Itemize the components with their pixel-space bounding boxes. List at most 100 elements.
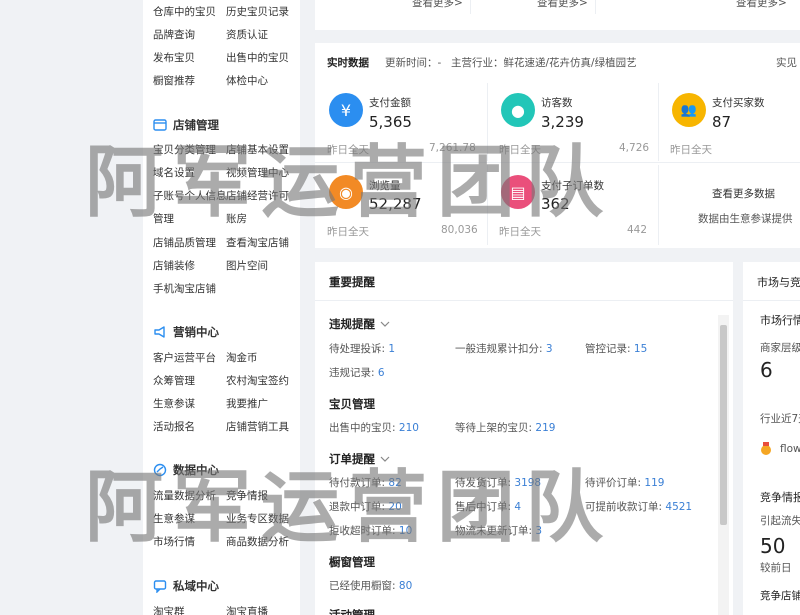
reminder-item[interactable]: 物流未更新订单: 3 bbox=[455, 523, 542, 538]
item-value[interactable]: 20 bbox=[388, 501, 401, 513]
market-row: 行业近7天 bbox=[760, 413, 800, 425]
users-icon: 👥 bbox=[672, 93, 706, 127]
sidebar-link[interactable]: 客户运营平台 bbox=[153, 350, 216, 365]
sidebar-section-store[interactable]: 店铺管理 bbox=[153, 117, 219, 133]
sidebar-link[interactable]: 农村淘宝签约 bbox=[226, 373, 289, 388]
sidebar-link[interactable]: 宝贝分类管理 bbox=[153, 142, 216, 157]
sidebar-link[interactable]: 店铺经营许可 bbox=[226, 188, 289, 203]
item-value[interactable]: 3 bbox=[535, 525, 542, 537]
divider bbox=[743, 300, 800, 301]
sidebar-link[interactable]: 店铺品质管理 bbox=[153, 235, 216, 250]
sidebar-section-private[interactable]: 私域中心 bbox=[153, 578, 219, 594]
reminder-item[interactable]: 待发货订单: 3198 bbox=[455, 475, 541, 490]
item-value[interactable]: 119 bbox=[644, 477, 664, 489]
item-value[interactable]: 80 bbox=[399, 580, 412, 592]
chat-icon bbox=[153, 579, 167, 594]
reminder-item[interactable]: 一般违规累计扣分: 3 bbox=[455, 341, 553, 356]
sidebar-link[interactable]: 品牌查询 bbox=[153, 27, 195, 42]
realtime-link[interactable]: 实见 bbox=[776, 55, 797, 70]
sidebar-link[interactable]: 众筹管理 bbox=[153, 373, 195, 388]
kpi-value: 52,287 bbox=[369, 195, 422, 213]
sidebar-link[interactable]: 出售中的宝贝 bbox=[226, 50, 289, 65]
reminders-scrollbar[interactable] bbox=[718, 315, 729, 615]
sidebar-link[interactable]: 视频管理中心 bbox=[226, 165, 289, 180]
item-value[interactable]: 10 bbox=[399, 525, 412, 537]
item-value[interactable]: 4521 bbox=[665, 501, 692, 513]
reminder-item[interactable]: 出售中的宝贝: 210 bbox=[329, 420, 419, 435]
view-more-link[interactable]: 查看更多> bbox=[736, 0, 787, 10]
sidebar-link[interactable]: 活动报名 bbox=[153, 419, 195, 434]
violation-section-toggle[interactable]: 违规提醒 bbox=[329, 316, 391, 332]
reminders-title: 重要提醒 bbox=[329, 275, 375, 289]
reminder-item[interactable]: 待处理投诉: 1 bbox=[329, 341, 395, 356]
sidebar-link[interactable]: 淘金币 bbox=[226, 350, 258, 365]
item-value[interactable]: 210 bbox=[399, 422, 419, 434]
item-label: 拒收超时订单: bbox=[329, 525, 396, 537]
update-time: 更新时间：- bbox=[385, 57, 442, 69]
item-label: 售后中订单: bbox=[455, 501, 512, 513]
sidebar-link[interactable]: 流量数据分析 bbox=[153, 488, 216, 503]
reminder-item[interactable]: 违规记录: 6 bbox=[329, 365, 385, 380]
sidebar-section-marketing[interactable]: 营销中心 bbox=[153, 324, 219, 340]
view-more-data-link[interactable]: 查看更多数据 bbox=[712, 186, 775, 201]
view-more-link[interactable]: 查看更多> bbox=[412, 0, 463, 10]
item-value[interactable]: 82 bbox=[388, 477, 401, 489]
sidebar-link[interactable]: 域名设置 bbox=[153, 165, 195, 180]
reminder-item[interactable]: 已经使用橱窗: 80 bbox=[329, 578, 412, 593]
sidebar-link[interactable]: 淘宝群 bbox=[153, 604, 185, 615]
sidebar-link[interactable]: 橱窗推荐 bbox=[153, 73, 195, 88]
sidebar-link[interactable]: 店铺营销工具 bbox=[226, 419, 289, 434]
reminder-item[interactable]: 售后中订单: 4 bbox=[455, 499, 521, 514]
footprint-icon: ● bbox=[501, 93, 535, 127]
reminder-item[interactable]: 退款中订单: 20 bbox=[329, 499, 402, 514]
sidebar-section-data[interactable]: 数据中心 bbox=[153, 462, 219, 478]
item-value[interactable]: 3 bbox=[546, 343, 553, 355]
reminder-item[interactable]: 可提前收款订单: 4521 bbox=[585, 499, 692, 514]
sidebar-link[interactable]: 生意参谋 bbox=[153, 396, 195, 411]
kpi-sub-label: 昨日全天 bbox=[327, 144, 369, 156]
sidebar-link[interactable]: 图片空间 bbox=[226, 258, 268, 273]
item-value[interactable]: 1 bbox=[388, 343, 395, 355]
sidebar-link[interactable]: 账房 bbox=[226, 211, 247, 226]
sidebar-link[interactable]: 子账号个人信息 bbox=[153, 188, 227, 203]
sidebar-link[interactable]: 资质认证 bbox=[226, 27, 268, 42]
sidebar-link[interactable]: 我要推广 bbox=[226, 396, 268, 411]
sidebar-link[interactable]: 查看淘宝店铺 bbox=[226, 235, 289, 250]
sidebar-link[interactable]: 体检中心 bbox=[226, 73, 268, 88]
data-source-note: 数据由生意参谋提供 bbox=[698, 213, 793, 225]
sidebar-link[interactable]: 商品数据分析 bbox=[226, 534, 289, 549]
sidebar-link[interactable]: 淘宝直播 bbox=[226, 604, 268, 615]
reminder-item[interactable]: 待付款订单: 82 bbox=[329, 475, 402, 490]
sidebar-link[interactable]: 管理 bbox=[153, 211, 174, 226]
sidebar-link[interactable]: 店铺装修 bbox=[153, 258, 195, 273]
sidebar-link[interactable]: 手机淘宝店铺 bbox=[153, 281, 216, 296]
sidebar-link[interactable]: 生意参谋 bbox=[153, 511, 195, 526]
sidebar-link[interactable]: 历史宝贝记录 bbox=[226, 4, 289, 19]
chart-icon bbox=[153, 463, 167, 477]
divider bbox=[595, 0, 596, 14]
scrollbar-thumb[interactable] bbox=[720, 325, 727, 525]
reminder-item[interactable]: 待评价订单: 119 bbox=[585, 475, 664, 490]
sidebar-link[interactable]: 竞争情报 bbox=[226, 488, 268, 503]
kpi-label: 支付子订单数 bbox=[541, 180, 604, 192]
reminder-item[interactable]: 管控记录: 15 bbox=[585, 341, 647, 356]
reminder-item[interactable]: 拒收超时订单: 10 bbox=[329, 523, 412, 538]
kpi-sub-label: 昨日全天 bbox=[499, 144, 541, 156]
sidebar-link[interactable]: 仓库中的宝贝 bbox=[153, 4, 216, 19]
sidebar-link[interactable]: 店铺基本设置 bbox=[226, 142, 289, 157]
sidebar-link[interactable]: 业务专区数据 bbox=[226, 511, 289, 526]
orders-section-toggle[interactable]: 订单提醒 bbox=[329, 451, 391, 467]
item-label: 待处理投诉: bbox=[329, 343, 386, 355]
chevron-down-icon bbox=[379, 318, 391, 331]
item-value[interactable]: 4 bbox=[514, 501, 521, 513]
item-value[interactable]: 3198 bbox=[514, 477, 541, 489]
reminder-item[interactable]: 等待上架的宝贝: 219 bbox=[455, 420, 555, 435]
sidebar-link[interactable]: 市场行情 bbox=[153, 534, 195, 549]
section-title: 私域中心 bbox=[173, 579, 219, 593]
item-value[interactable]: 6 bbox=[378, 367, 385, 379]
item-value[interactable]: 15 bbox=[634, 343, 647, 355]
sidebar-link[interactable]: 发布宝贝 bbox=[153, 50, 195, 65]
item-value[interactable]: 219 bbox=[535, 422, 555, 434]
view-more-link[interactable]: 查看更多> bbox=[537, 0, 588, 10]
market-row: 较前日 bbox=[760, 562, 792, 574]
